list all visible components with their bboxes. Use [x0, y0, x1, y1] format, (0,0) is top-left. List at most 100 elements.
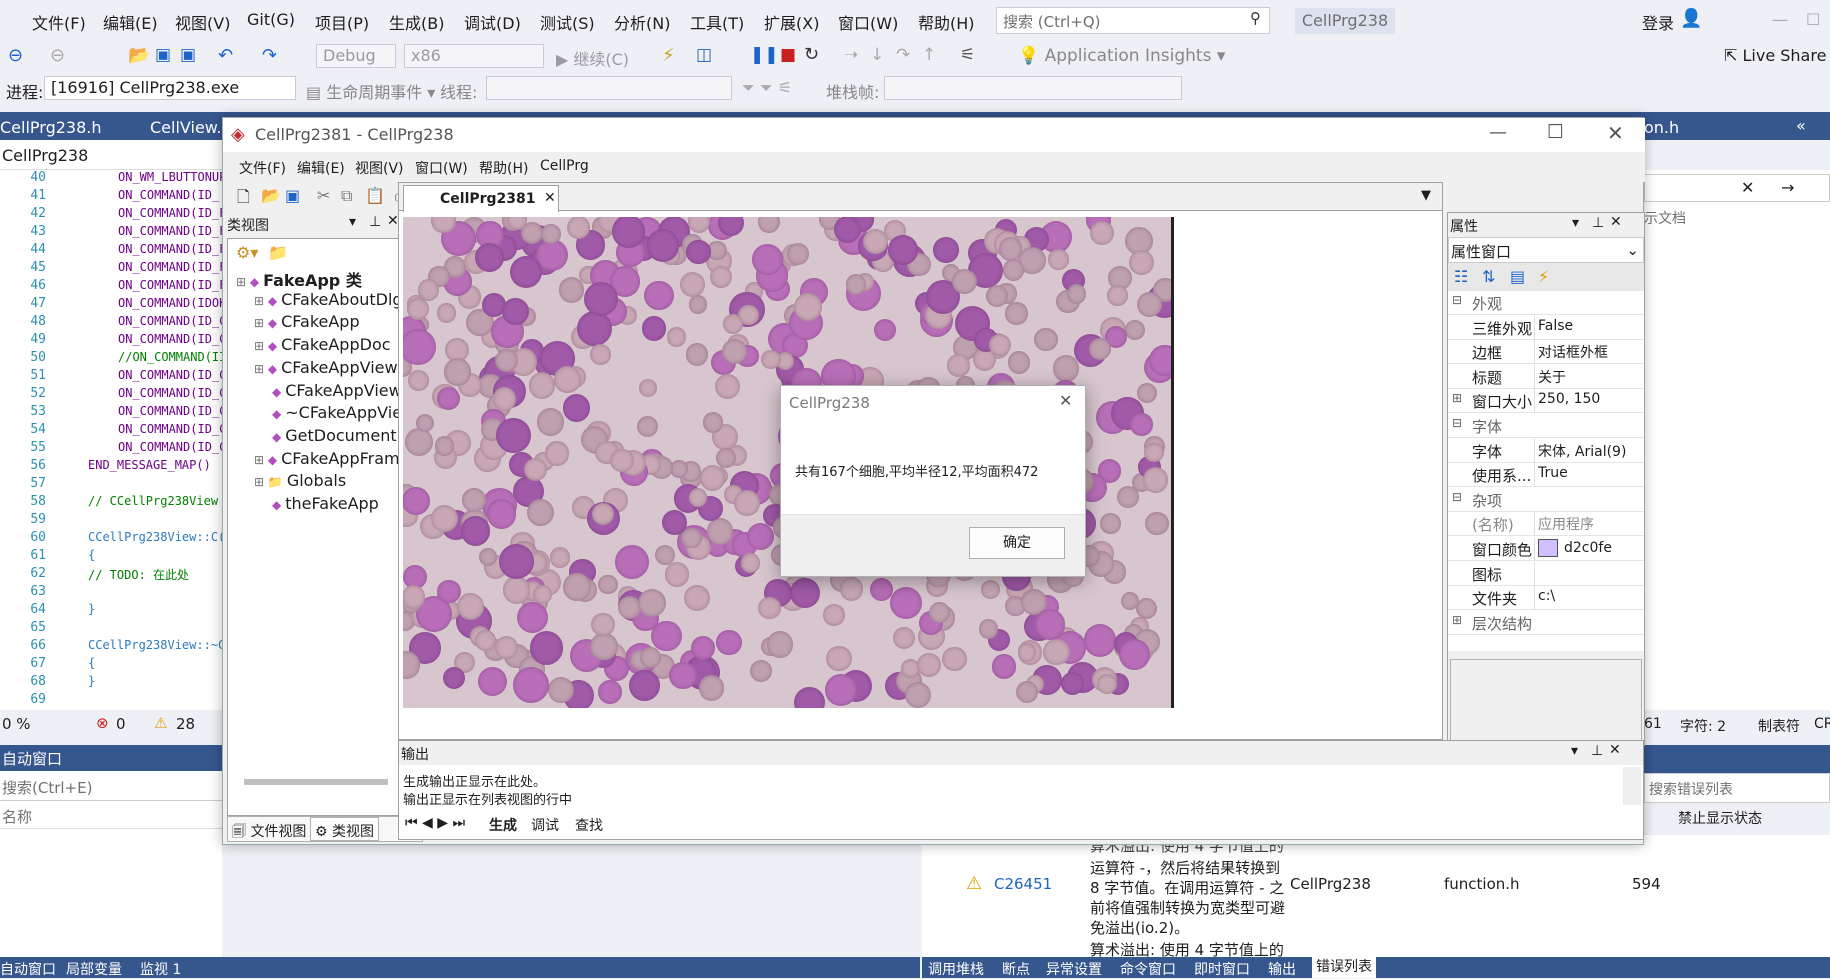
- tree-item[interactable]: ⊞ ◆ FakeApp 类: [236, 267, 362, 291]
- app-menu-view[interactable]: 视图(V): [355, 158, 404, 178]
- output-scrollbar[interactable]: [1623, 767, 1641, 805]
- menu-debug[interactable]: 调试(D): [464, 10, 521, 34]
- props-dropdown-icon[interactable]: ▾: [1572, 215, 1579, 231]
- property-row[interactable]: ⊟ 外观: [1448, 291, 1644, 315]
- save-icon[interactable]: ▣: [155, 45, 171, 65]
- continue-button[interactable]: ▶ 继续(C): [556, 46, 629, 70]
- property-value[interactable]: d2c0fe: [1538, 539, 1612, 557]
- tab-error-list[interactable]: 错误列表: [1312, 957, 1376, 978]
- open-folder-icon[interactable]: 📂: [128, 45, 150, 66]
- property-value[interactable]: False: [1538, 318, 1573, 334]
- step-out-icon[interactable]: ↑: [922, 45, 936, 65]
- property-value[interactable]: 250, 150: [1538, 391, 1600, 407]
- tab-debug[interactable]: 调试: [531, 815, 559, 835]
- props-close-icon[interactable]: ✕: [1610, 214, 1622, 230]
- property-row[interactable]: 使用系... True: [1448, 463, 1644, 488]
- liveshare-button[interactable]: ⇱ Live Share: [1724, 46, 1826, 65]
- auto-window-col-name[interactable]: 名称: [0, 803, 222, 829]
- config-select[interactable]: Debug: [316, 44, 396, 68]
- menu-help[interactable]: 帮助(H): [918, 10, 975, 34]
- menu-window[interactable]: 窗口(W): [838, 10, 898, 34]
- property-value[interactable]: c:\: [1538, 588, 1555, 604]
- tree-item[interactable]: ⊞ 📁 Globals: [254, 471, 346, 490]
- app-menu-file[interactable]: 文件(F): [239, 158, 286, 178]
- tab-find[interactable]: 查找: [575, 815, 603, 835]
- tab-locals[interactable]: 局部变量: [66, 959, 122, 979]
- step-back-icon[interactable]: ↷: [896, 45, 910, 65]
- property-value[interactable]: True: [1538, 465, 1568, 481]
- menu-file[interactable]: 文件(F): [32, 10, 86, 34]
- expand-icon[interactable]: ⊞: [254, 294, 268, 308]
- property-row[interactable]: 字体 宋体, Arial(9): [1448, 438, 1644, 463]
- clear-icon[interactable]: ✕: [1741, 178, 1754, 197]
- menu-edit[interactable]: 编辑(E): [103, 10, 158, 34]
- breakpoint-tools-icon[interactable]: ⚟: [960, 45, 975, 65]
- forward-icon[interactable]: ⊖: [50, 45, 65, 66]
- output-nav-icon[interactable]: ⏮ ◀ ▶ ⏭: [405, 815, 465, 831]
- app-menu-window[interactable]: 窗口(W): [415, 158, 468, 178]
- open-icon[interactable]: 📂: [261, 186, 281, 205]
- platform-select[interactable]: x86: [404, 44, 544, 68]
- expand-icon[interactable]: ⊟: [1452, 293, 1462, 307]
- pin-icon[interactable]: ⊥: [369, 214, 381, 230]
- ok-button[interactable]: 确定: [969, 527, 1065, 559]
- auto-window-search[interactable]: 搜索(Ctrl+E): [0, 773, 222, 801]
- expand-icon[interactable]: ⊞: [1452, 613, 1462, 627]
- expand-icon[interactable]: ⊞: [254, 316, 268, 330]
- zoom-level[interactable]: 0 %: [2, 715, 31, 733]
- thread-select[interactable]: [486, 76, 732, 100]
- property-row[interactable]: (名称) 应用程序: [1448, 512, 1644, 537]
- menu-git[interactable]: Git(G): [247, 10, 295, 29]
- app-close-icon[interactable]: ✕: [1607, 121, 1624, 145]
- property-row[interactable]: 窗口颜色 d2c0fe: [1448, 537, 1644, 561]
- output-pin-icon[interactable]: ⊥: [1591, 743, 1603, 759]
- stack-frame-select[interactable]: [884, 76, 1182, 100]
- tree-item[interactable]: ⊞ ◆ CFakeAppFrame: [254, 449, 409, 468]
- app-menu-help[interactable]: 帮助(H): [479, 158, 528, 178]
- tab-breakpoints[interactable]: 断点: [1002, 959, 1030, 979]
- output-close-icon[interactable]: ✕: [1609, 742, 1621, 758]
- account-icon[interactable]: 👤: [1680, 8, 1702, 29]
- error-list-scrollbar[interactable]: [898, 835, 920, 957]
- menu-view[interactable]: 视图(V): [175, 10, 230, 34]
- tree-item[interactable]: ◆ GetDocument(: [272, 426, 403, 445]
- login-link[interactable]: 登录: [1642, 10, 1674, 34]
- menu-test[interactable]: 测试(S): [540, 10, 595, 34]
- expand-icon[interactable]: ⊞: [254, 362, 268, 376]
- expand-icon[interactable]: ⊞: [254, 339, 268, 353]
- expand-icon[interactable]: ⊞: [254, 475, 268, 489]
- copy-icon[interactable]: ⧉: [341, 186, 352, 206]
- redo-icon[interactable]: ↷: [262, 45, 277, 66]
- property-row[interactable]: ⊟ 字体: [1448, 414, 1644, 438]
- tab-build[interactable]: 生成: [489, 815, 517, 835]
- tree-item[interactable]: ◆ ~CFakeAppVie: [272, 403, 402, 422]
- tree-item[interactable]: ◆ CFakeAppView: [272, 381, 402, 400]
- tab-autos[interactable]: 自动窗口: [0, 959, 56, 979]
- expand-icon[interactable]: ⊞: [254, 453, 268, 467]
- menu-build[interactable]: 生成(B): [389, 10, 444, 34]
- error-list-search[interactable]: 搜索错误列表: [1644, 773, 1830, 803]
- property-row[interactable]: 三维外观 False: [1448, 315, 1644, 340]
- menu-analyze[interactable]: 分析(N): [614, 10, 670, 34]
- maximize-icon[interactable]: ☐: [1806, 10, 1820, 29]
- tab-immediate-window[interactable]: 即时窗口: [1194, 959, 1250, 979]
- classview-close-icon[interactable]: ✕: [387, 213, 399, 229]
- alphabetical-icon[interactable]: ⇅: [1482, 267, 1495, 286]
- expand-icon[interactable]: ⊟: [1452, 490, 1462, 504]
- error-count[interactable]: 0: [116, 715, 126, 733]
- tab-function-h[interactable]: on.h: [1644, 118, 1679, 137]
- expand-icon[interactable]: ⊟: [1452, 416, 1462, 430]
- filter-icon[interactable]: ⏷ ⏷ ⚟: [742, 78, 792, 98]
- dialog-close-icon[interactable]: ✕: [1059, 391, 1072, 410]
- collapse-icon[interactable]: «: [1796, 116, 1806, 135]
- insights-button[interactable]: 💡 Application Insights ▾: [1018, 46, 1225, 66]
- undo-icon[interactable]: ↶: [218, 45, 233, 66]
- property-row[interactable]: ⊟ 杂项: [1448, 488, 1644, 512]
- target-icon[interactable]: ◫: [696, 45, 712, 65]
- property-value[interactable]: 对话框外框: [1538, 342, 1608, 362]
- classview-dropdown-icon[interactable]: ▾: [349, 214, 356, 230]
- tab-file-view[interactable]: 🗐 文件视图: [232, 821, 306, 845]
- categorized-icon[interactable]: ☷: [1454, 267, 1468, 286]
- error-file[interactable]: function.h: [1444, 875, 1520, 893]
- lifecycle-events[interactable]: ▤ 生命周期事件 ▾: [306, 79, 435, 103]
